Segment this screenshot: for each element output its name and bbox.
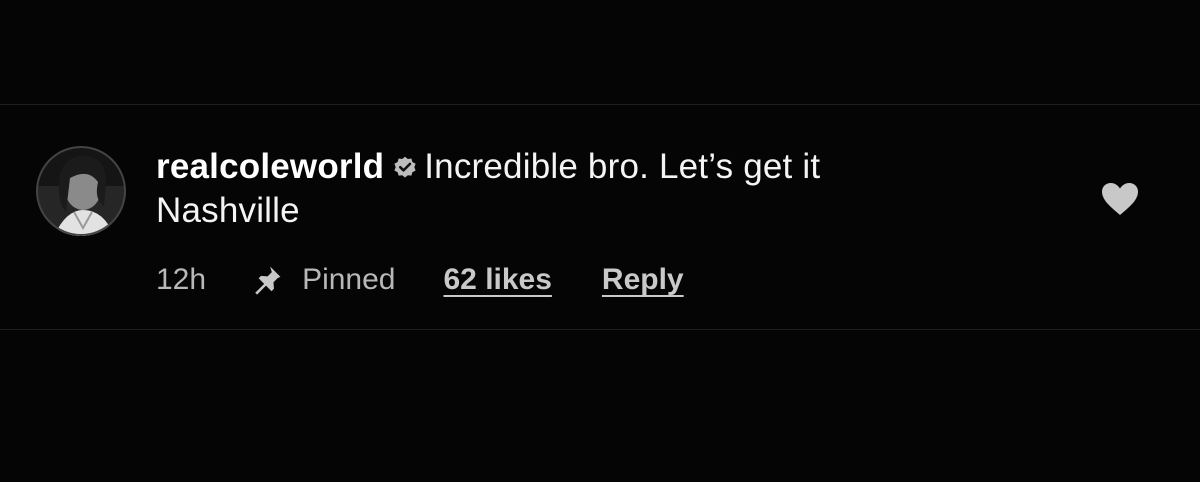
comment-text-line1: Incredible bro. Let’s get it xyxy=(424,147,821,186)
bottom-divider xyxy=(0,329,1200,330)
avatar-image xyxy=(36,146,126,236)
username-link[interactable]: realcoleworld xyxy=(156,147,384,186)
likes-count-link[interactable]: 62 likes xyxy=(443,263,551,297)
heart-icon[interactable] xyxy=(1100,181,1140,217)
comment-meta: 12h Pinned 62 likes Reply xyxy=(156,258,684,302)
verified-badge-icon xyxy=(394,156,416,178)
pinned-label: Pinned xyxy=(302,263,396,296)
comment-text-line2: Nashville xyxy=(156,191,300,230)
comment-body: realcoleworld Incredible bro. Let’s get … xyxy=(156,145,1056,233)
pin-icon xyxy=(255,266,281,295)
timestamp: 12h xyxy=(156,263,207,296)
reply-button[interactable]: Reply xyxy=(602,263,684,297)
comment-screen: realcoleworld Incredible bro. Let’s get … xyxy=(0,0,1200,482)
avatar[interactable] xyxy=(36,146,126,236)
